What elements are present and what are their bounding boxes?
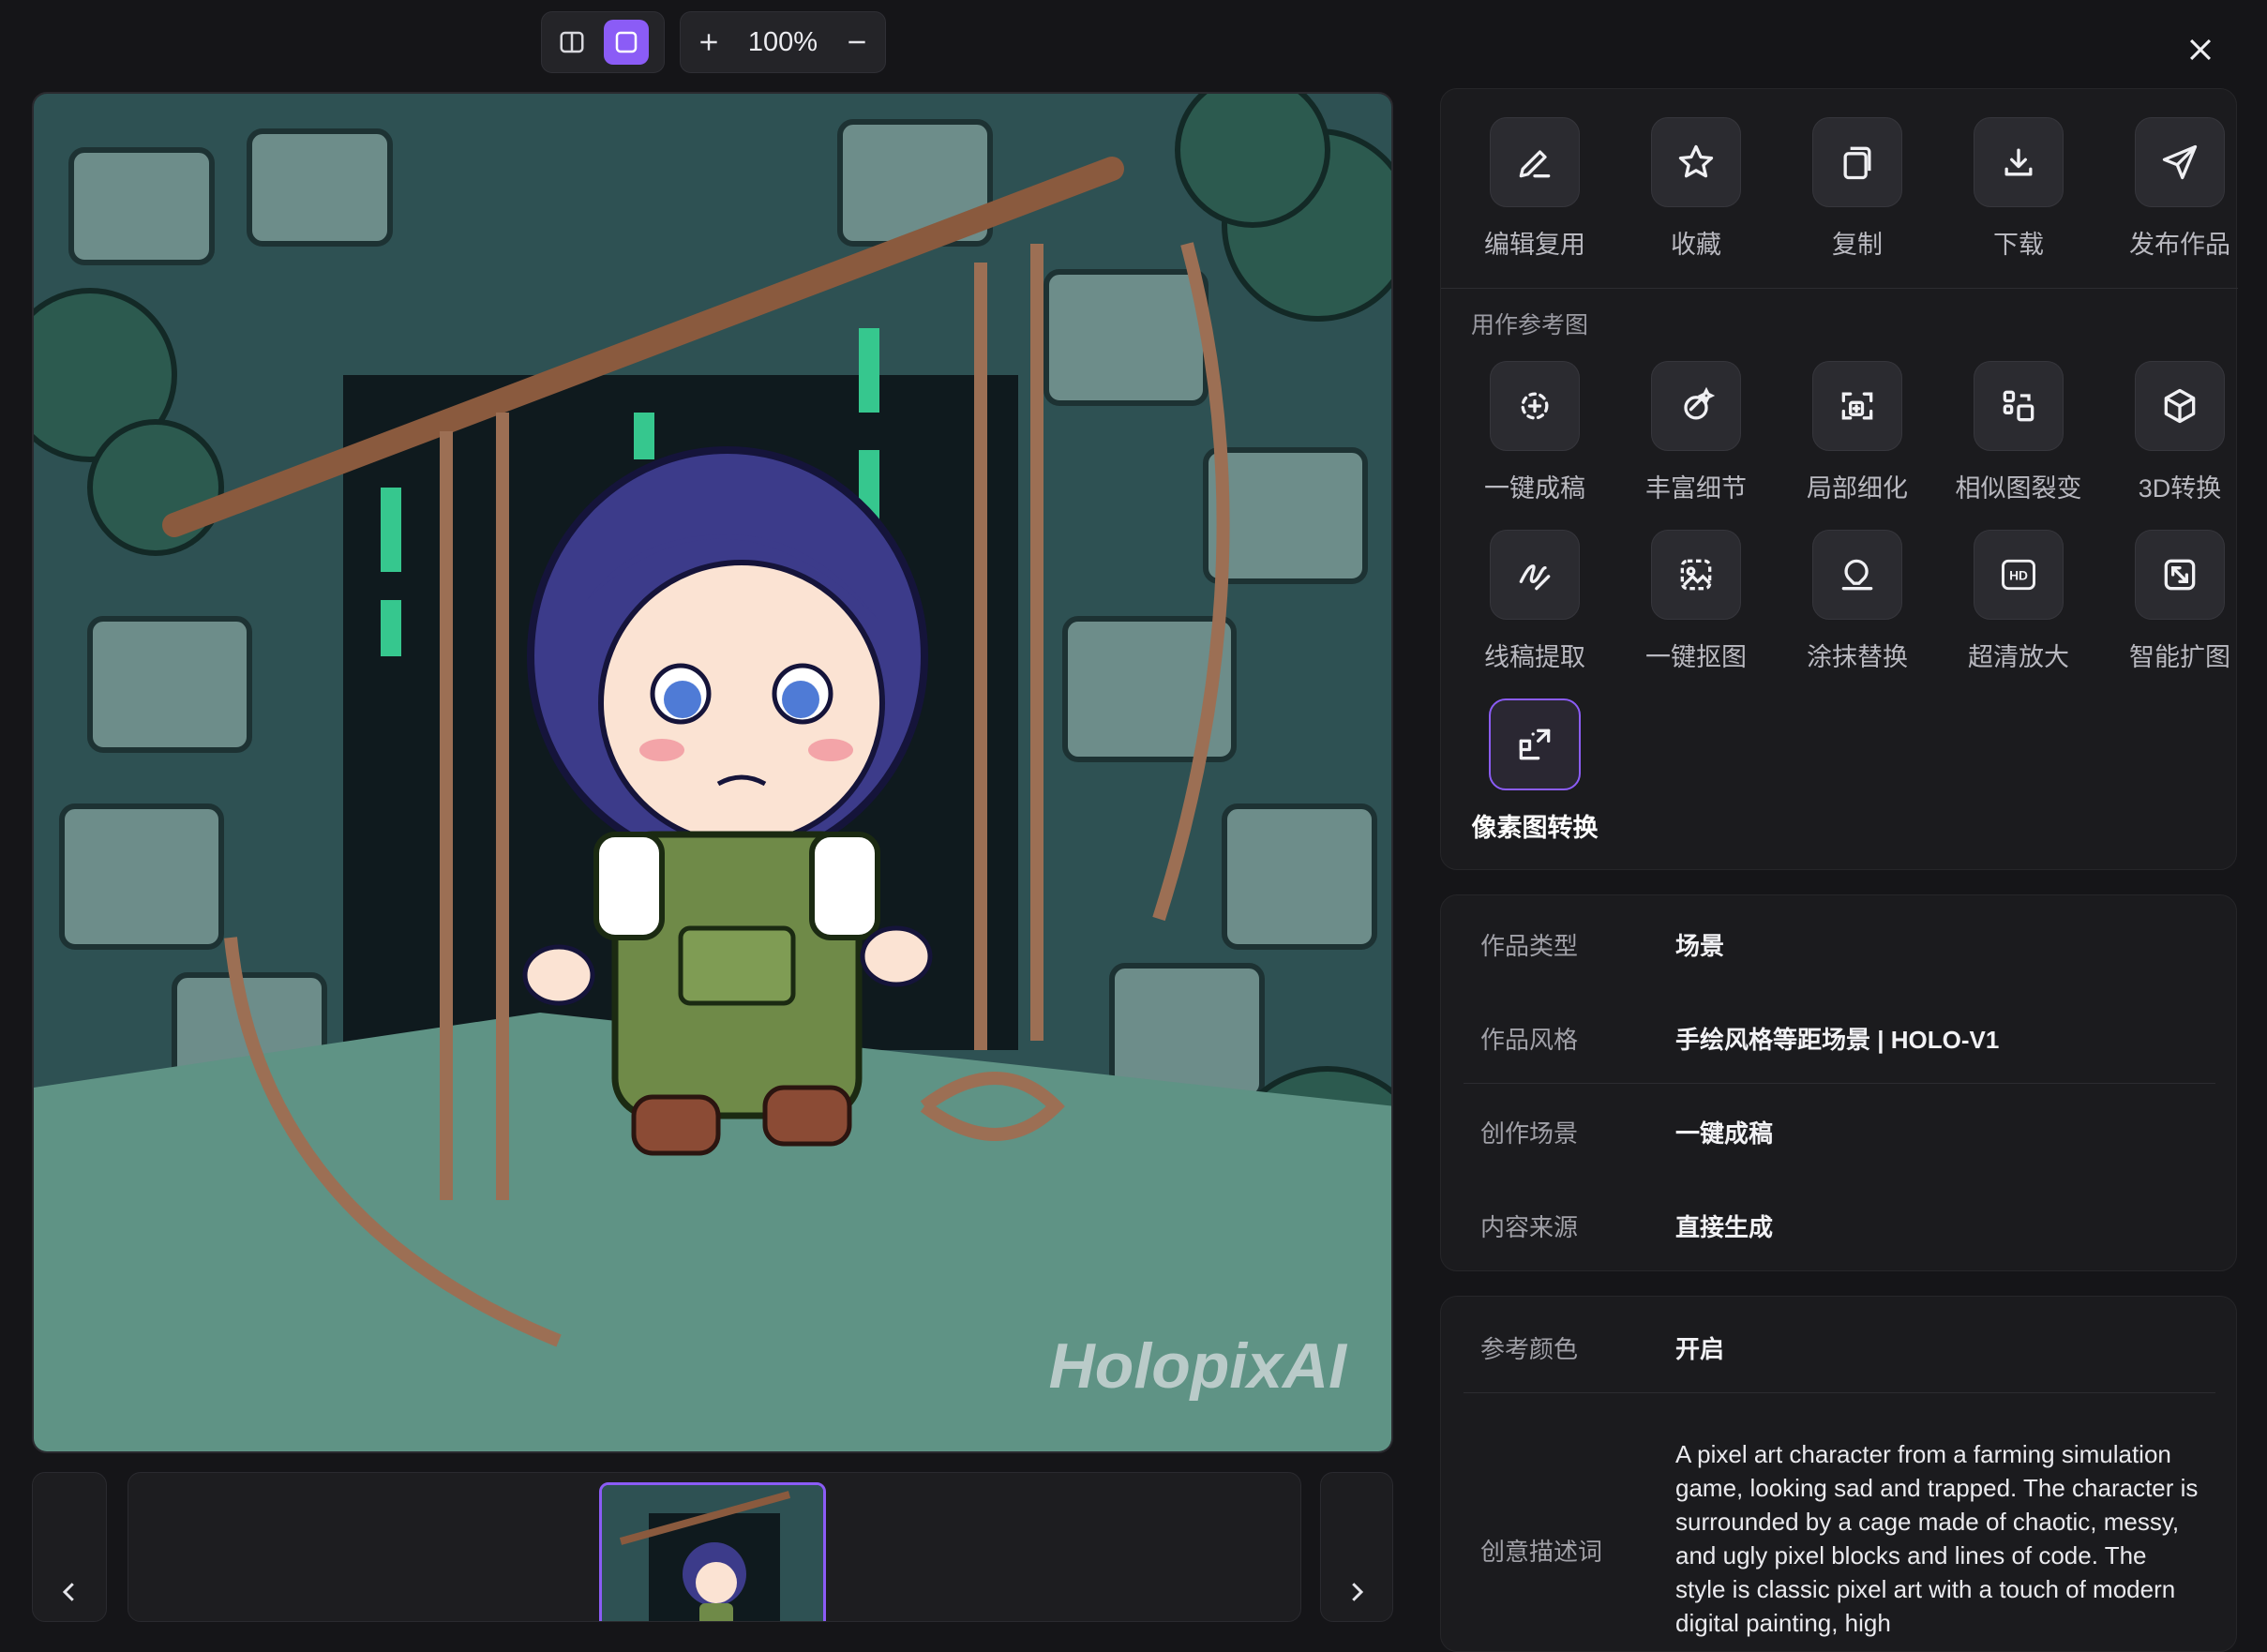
info-key-type: 作品类型 <box>1480 932 1579 960</box>
tool-lineart-extract[interactable]: 线稿提取 <box>1460 530 1610 673</box>
info-value-type: 场景 <box>1675 932 1725 960</box>
zoom-out-icon <box>848 40 865 44</box>
tool-label: 智能扩图 <box>2129 643 2230 671</box>
info-value-style: 手绘风格等距场景 | HOLO-V1 <box>1675 1026 2000 1054</box>
hd-upscale-icon: HD <box>2002 559 2035 591</box>
artwork-info-panel: 作品类型 场景 作品风格 手绘风格等距场景 | HOLO-V1 创作场景 一键成… <box>1440 894 2237 1271</box>
info-key-style: 作品风格 <box>1480 1026 1579 1054</box>
action-label: 下载 <box>1993 231 2044 259</box>
reference-section-title: 用作参考图 <box>1471 312 1589 338</box>
tool-3d-convert[interactable]: 3D转换 <box>2105 361 2255 504</box>
split-view-icon <box>560 31 584 53</box>
star-icon <box>1678 144 1714 178</box>
tool-one-click-draft[interactable]: 一键成稿 <box>1460 361 1610 504</box>
zoom-in-button[interactable] <box>692 20 726 65</box>
generation-params-panel: 参考颜色 开启 创意描述词 A pixel art character from… <box>1440 1296 2237 1652</box>
info-value-scene: 一键成稿 <box>1675 1119 1774 1148</box>
view-mode-toggle <box>541 11 665 73</box>
tool-label: 3D转换 <box>2138 474 2222 503</box>
param-key-color: 参考颜色 <box>1480 1335 1579 1363</box>
chevron-right-icon <box>1352 1583 1364 1601</box>
expand-image-icon <box>2164 559 2196 591</box>
action-label: 复制 <box>1832 231 1883 259</box>
prompt-text: A pixel art character from a farming sim… <box>1675 1440 2199 1637</box>
cutout-icon <box>1680 559 1712 591</box>
info-divider <box>1464 1083 2215 1084</box>
zoom-control: 100% <box>680 11 886 73</box>
watermark-text: HolopixAI <box>1049 1330 1348 1402</box>
tool-label: 像素图转换 <box>1471 814 1599 842</box>
tool-label: 线稿提取 <box>1484 643 1585 671</box>
enrich-detail-icon <box>1684 386 1716 420</box>
pencil-icon <box>1519 150 1551 178</box>
copy-button[interactable]: 复制 <box>1782 117 1932 261</box>
single-view-icon <box>615 31 638 53</box>
prev-image-button[interactable] <box>32 1472 107 1622</box>
download-button[interactable]: 下载 <box>1944 117 2094 261</box>
download-icon <box>2004 148 2033 176</box>
tool-label: 相似图裂变 <box>1955 474 2082 503</box>
send-icon <box>2162 144 2198 180</box>
thumbnail-item[interactable] <box>599 1482 826 1621</box>
thumbnail-image <box>602 1485 823 1621</box>
split-view-button[interactable] <box>549 20 594 65</box>
action-label: 编辑复用 <box>1484 231 1585 259</box>
favorite-button[interactable]: 收藏 <box>1621 117 1771 261</box>
main-preview-image[interactable]: HolopixAI <box>32 92 1393 1453</box>
tool-label: 一键抠图 <box>1645 643 1747 671</box>
chevron-left-icon <box>62 1583 74 1601</box>
param-value-color: 开启 <box>1675 1335 1725 1363</box>
close-button[interactable] <box>2177 26 2224 73</box>
tool-label: 局部细化 <box>1807 474 1908 503</box>
tool-smart-expand[interactable]: 智能扩图 <box>2105 530 2255 673</box>
action-label: 收藏 <box>1671 231 1721 259</box>
tool-label: 丰富细节 <box>1645 474 1747 503</box>
tools-panel: 编辑复用 收藏 复制 下载 发布作品 用作参考图 一键成稿 丰富细节 局部细化 … <box>1440 88 2238 870</box>
info-key-source: 内容来源 <box>1480 1213 1579 1241</box>
info-value-source: 直接生成 <box>1675 1213 1774 1241</box>
param-key-prompt: 创意描述词 <box>1480 1538 1603 1566</box>
lineart-icon <box>1519 564 1551 591</box>
zoom-in-icon <box>700 34 717 51</box>
tool-smear-replace[interactable]: 涂抹替换 <box>1782 530 1932 673</box>
copy-icon <box>1843 146 1871 180</box>
tool-label: 涂抹替换 <box>1807 643 1908 671</box>
one-click-draft-icon <box>1521 392 1549 420</box>
tool-hd-upscale[interactable]: HD 超清放大 <box>1944 530 2094 673</box>
publish-button[interactable]: 发布作品 <box>2105 117 2255 261</box>
pixel-convert-icon <box>1519 728 1551 760</box>
section-divider <box>1441 288 2238 289</box>
thumbnail-strip <box>128 1472 1301 1622</box>
tool-one-click-cutout[interactable]: 一键抠图 <box>1621 530 1771 673</box>
smear-replace-icon <box>1841 559 1873 591</box>
svg-text:HD: HD <box>2009 569 2028 583</box>
edit-reuse-button[interactable]: 编辑复用 <box>1460 117 1610 261</box>
3d-cube-icon <box>2164 388 2196 424</box>
single-view-button[interactable] <box>604 20 649 65</box>
tool-local-refine[interactable]: 局部细化 <box>1782 361 1932 504</box>
info-key-scene: 创作场景 <box>1480 1119 1579 1148</box>
similar-variation-icon <box>2003 390 2034 422</box>
params-divider <box>1464 1392 2215 1393</box>
tool-pixel-convert[interactable]: 像素图转换 <box>1460 698 1610 844</box>
zoom-out-button[interactable] <box>840 20 874 65</box>
close-icon <box>2189 38 2212 61</box>
action-label: 发布作品 <box>2129 231 2230 259</box>
tool-label: 一键成稿 <box>1484 474 1585 503</box>
zoom-level: 100% <box>747 26 818 57</box>
tool-label: 超清放大 <box>1968 643 2069 671</box>
artwork-illustration: HolopixAI <box>34 94 1391 1451</box>
next-image-button[interactable] <box>1320 1472 1393 1622</box>
tool-similar-variation[interactable]: 相似图裂变 <box>1944 361 2094 504</box>
tool-enrich-detail[interactable]: 丰富细节 <box>1621 361 1771 504</box>
local-refine-icon <box>1841 392 1873 420</box>
